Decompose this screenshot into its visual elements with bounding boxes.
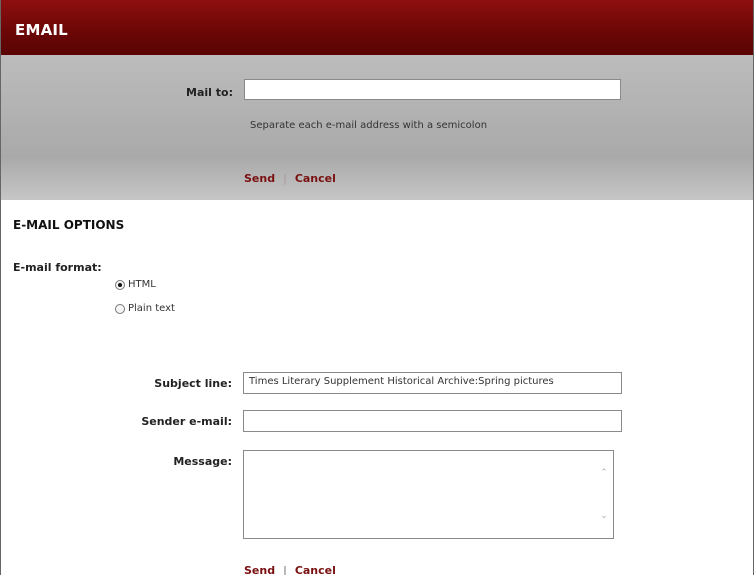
bottom-actions: Send | Cancel xyxy=(244,564,336,575)
format-option-label: Plain text xyxy=(128,303,175,314)
scroll-up-icon[interactable]: ⌃ xyxy=(599,469,609,478)
format-option-html[interactable]: HTML xyxy=(115,279,156,290)
message-textarea[interactable]: ⌃ ⌄ xyxy=(243,450,614,539)
radio-selected-icon[interactable] xyxy=(115,279,125,290)
action-separator: | xyxy=(283,172,287,185)
mail-to-hint: Separate each e-mail address with a semi… xyxy=(250,120,488,131)
send-button[interactable]: Send xyxy=(244,172,275,185)
scroll-down-icon[interactable]: ⌄ xyxy=(599,512,609,521)
sender-email-input[interactable] xyxy=(243,410,622,432)
message-label: Message: xyxy=(173,455,232,468)
format-option-label: HTML xyxy=(128,279,156,290)
subject-line-input[interactable]: Times Literary Supplement Historical Arc… xyxy=(243,372,622,394)
send-button[interactable]: Send xyxy=(244,564,275,575)
cancel-button[interactable]: Cancel xyxy=(295,564,336,575)
mail-to-label: Mail to: xyxy=(186,86,233,99)
top-actions: Send | Cancel xyxy=(244,172,336,185)
email-format-label: E-mail format: xyxy=(13,261,102,274)
email-options-heading: E-MAIL OPTIONS xyxy=(13,218,125,232)
mail-to-input[interactable] xyxy=(244,79,621,100)
mail-to-panel: Mail to: Separate each e-mail address wi… xyxy=(1,55,753,200)
format-option-plain-text[interactable]: Plain text xyxy=(115,303,175,314)
action-separator: | xyxy=(283,564,287,575)
cancel-button[interactable]: Cancel xyxy=(295,172,336,185)
email-dialog: EMAIL Mail to: Separate each e-mail addr… xyxy=(0,0,754,575)
sender-email-label: Sender e-mail: xyxy=(141,415,232,428)
dialog-title: EMAIL xyxy=(1,0,753,55)
radio-unselected-icon[interactable] xyxy=(115,303,125,314)
subject-line-label: Subject line: xyxy=(154,377,232,390)
